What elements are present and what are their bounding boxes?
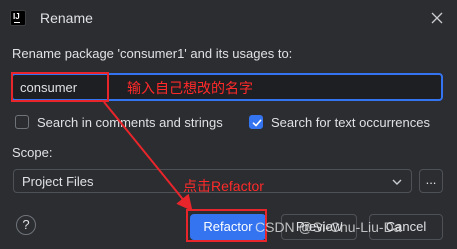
intellij-icon: IJ — [10, 10, 26, 26]
close-icon[interactable] — [429, 10, 445, 26]
new-name-input[interactable]: consumer — [11, 73, 443, 101]
search-comments-checkbox[interactable] — [15, 115, 29, 129]
help-button[interactable]: ? — [16, 215, 36, 235]
search-text-checkbox[interactable] — [249, 115, 263, 129]
search-comments-option[interactable]: Search in comments and strings — [15, 113, 223, 131]
refactor-button[interactable]: Refactor — [190, 214, 266, 240]
new-name-value[interactable]: consumer — [20, 80, 77, 95]
cancel-button[interactable]: Cancel — [369, 214, 443, 240]
search-text-option[interactable]: Search for text occurrences — [249, 113, 430, 131]
text-caret — [107, 79, 108, 96]
rename-description: Rename package 'consumer1' and its usage… — [12, 46, 293, 61]
search-comments-label: Search in comments and strings — [37, 114, 223, 130]
dialog-title: Rename — [40, 10, 93, 26]
search-text-label: Search for text occurrences — [271, 114, 430, 130]
rename-dialog: IJ Rename Rename package 'consumer1' and… — [0, 0, 457, 249]
preview-button[interactable]: Preview — [281, 214, 357, 240]
checkmark-icon — [252, 119, 262, 127]
scope-dropdown[interactable]: Project Files — [13, 169, 412, 193]
title-bar: IJ Rename — [0, 0, 457, 38]
chevron-down-icon — [392, 179, 402, 185]
scope-browse-button[interactable]: ... — [419, 169, 443, 193]
scope-selected-value: Project Files — [22, 174, 94, 189]
scope-label: Scope: — [12, 145, 53, 160]
